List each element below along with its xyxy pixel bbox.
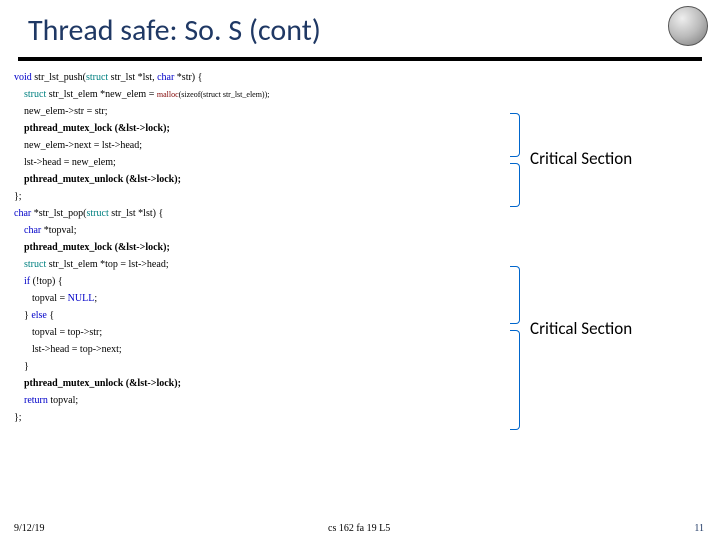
critical-section-label: Critical Section: [530, 318, 632, 339]
bracket-icon: [510, 163, 520, 207]
code-line: };: [14, 409, 720, 426]
critical-section-label: Critical Section: [530, 148, 632, 169]
code-line: pthread_mutex_unlock (&lst->lock);: [14, 171, 720, 188]
code-line: char *str_lst_pop(struct str_lst *lst) {: [14, 205, 720, 222]
code-line: return topval;: [14, 392, 720, 409]
footer-course: cs 162 fa 19 L5: [328, 523, 390, 534]
bracket-icon: [510, 330, 520, 430]
code-line: pthread_mutex_unlock (&lst->lock);: [14, 375, 720, 392]
code-line: lst->head = top->next;: [14, 341, 720, 358]
seal-icon: [668, 6, 708, 46]
title-underline: [18, 57, 702, 61]
code-line: void str_lst_push(struct str_lst *lst, c…: [14, 69, 720, 86]
slide-title: Thread safe: So. S (cont): [0, 0, 720, 57]
page-number: 11: [694, 523, 704, 534]
code-line: struct str_lst_elem *new_elem = malloc(s…: [14, 86, 720, 103]
code-line: struct str_lst_elem *top = lst->head;: [14, 256, 720, 273]
code-line: if (!top) {: [14, 273, 720, 290]
code-line: pthread_mutex_lock (&lst->lock);: [14, 239, 720, 256]
footer-date: 9/12/19: [14, 523, 45, 534]
code-line: };: [14, 188, 720, 205]
bracket-icon: [510, 266, 520, 324]
code-block: void str_lst_push(struct str_lst *lst, c…: [0, 67, 720, 426]
bracket-icon: [510, 113, 520, 157]
code-line: char *topval;: [14, 222, 720, 239]
code-line: new_elem->str = str;: [14, 103, 720, 120]
code-line: }: [14, 358, 720, 375]
code-line: topval = NULL;: [14, 290, 720, 307]
code-line: pthread_mutex_lock (&lst->lock);: [14, 120, 720, 137]
